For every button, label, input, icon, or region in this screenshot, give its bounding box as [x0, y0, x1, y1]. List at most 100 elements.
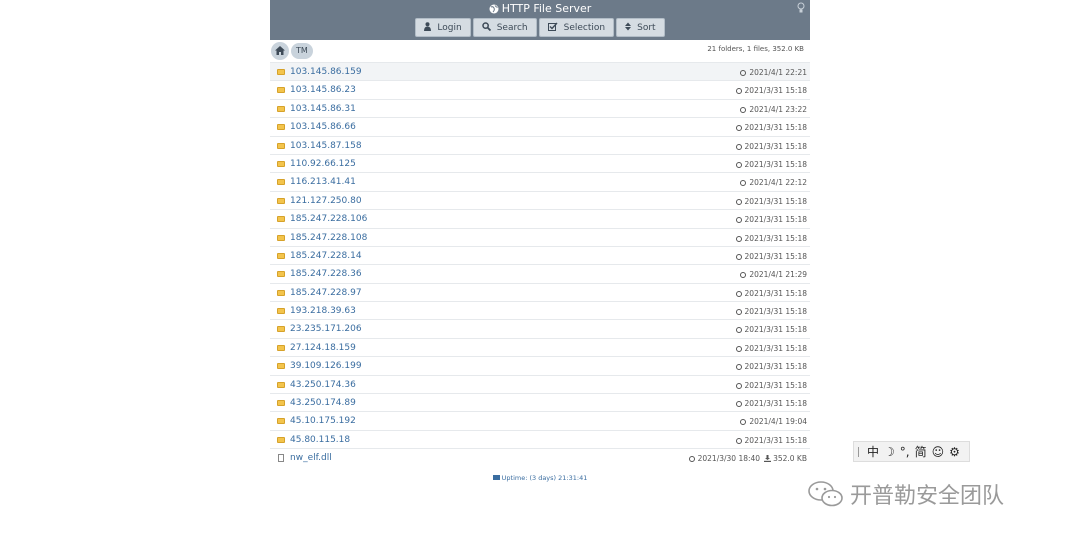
breadcrumb-current[interactable]: TM — [291, 43, 313, 59]
clock-icon — [740, 106, 747, 113]
folder-row[interactable]: 103.145.87.158 2021/3/31 15:18 — [270, 135, 810, 154]
folder-name-link[interactable]: 116.213.41.41 — [290, 177, 356, 187]
folder-icon — [277, 87, 285, 94]
modified-date: 2021/3/31 15:18 — [744, 343, 807, 353]
toolbar: Login Search Selection Sort — [270, 18, 810, 37]
folder-row[interactable]: 103.145.86.66 2021/3/31 15:18 — [270, 117, 810, 135]
folder-icon — [277, 197, 285, 204]
folder-row[interactable]: 185.247.228.108 2021/3/31 15:18 — [270, 227, 810, 246]
folder-row[interactable]: 27.124.18.159 2021/3/31 15:18 — [270, 337, 810, 356]
folder-row[interactable]: 43.250.174.89 2021/3/31 15:18 — [270, 393, 810, 411]
modified-date: 2021/4/1 19:04 — [749, 417, 807, 427]
folder-row[interactable]: 185.247.228.36 2021/4/1 21:29 — [270, 264, 810, 282]
folder-name-link[interactable]: 45.80.115.18 — [290, 435, 350, 445]
item-meta: 2021/3/31 15:18 — [735, 289, 807, 298]
ime-punctuation-toggle[interactable]: °, — [900, 445, 910, 459]
item-meta: 2021/4/1 21:29 — [740, 270, 807, 279]
folder-icon — [277, 400, 285, 407]
item-meta: 2021/3/31 15:18 — [735, 362, 807, 371]
watermark: 开普勒安全团队 — [806, 478, 1004, 510]
clock-icon — [688, 456, 695, 463]
folder-name-link[interactable]: 193.218.39.63 — [290, 306, 356, 316]
clock-icon — [735, 217, 742, 224]
folder-row[interactable]: 45.80.115.18 2021/3/31 15:18 — [270, 429, 810, 448]
item-meta: 2021/3/30 18:40 352.0 KB — [688, 454, 807, 464]
folder-name-link[interactable]: 121.127.250.80 — [290, 196, 362, 206]
folder-row[interactable]: 43.250.174.36 2021/3/31 15:18 — [270, 374, 810, 393]
item-meta: 2021/3/31 15:18 — [735, 86, 807, 95]
folder-icon — [277, 216, 285, 223]
modified-date: 2021/3/31 15:18 — [744, 380, 807, 390]
folder-icon — [277, 69, 285, 75]
modified-date: 2021/3/31 15:18 — [744, 196, 807, 206]
folder-icon — [277, 418, 285, 425]
folder-icon — [277, 234, 285, 241]
search-icon — [481, 22, 491, 31]
ime-grip-handle[interactable] — [858, 446, 861, 457]
checkbox-icon — [547, 22, 558, 31]
item-meta: 2021/3/31 15:18 — [735, 196, 807, 206]
home-button[interactable] — [271, 42, 289, 60]
folder-name-link[interactable]: 39.109.126.199 — [290, 361, 362, 371]
wechat-icon — [808, 481, 843, 507]
folder-name-link[interactable]: 185.247.228.106 — [290, 214, 367, 224]
folder-name-link[interactable]: 23.235.171.206 — [290, 324, 362, 334]
ime-emoji-icon[interactable]: ☺ — [932, 445, 945, 459]
ime-language-toggle[interactable]: 中 — [867, 443, 879, 460]
folder-name-link[interactable]: 103.145.86.66 — [290, 122, 356, 132]
folder-row[interactable]: 185.247.228.97 2021/3/31 15:18 — [270, 282, 810, 301]
folder-name-link[interactable]: 45.10.175.192 — [290, 416, 356, 426]
folder-name-link[interactable]: 103.145.86.31 — [290, 104, 356, 114]
folder-row[interactable]: 103.145.86.31 2021/4/1 23:22 — [270, 98, 810, 117]
sort-button[interactable]: Sort — [616, 18, 665, 37]
folder-name-link[interactable]: 27.124.18.159 — [290, 343, 356, 353]
folder-name-link[interactable]: 103.145.86.159 — [290, 67, 362, 77]
folder-row[interactable]: 103.145.86.159 2021/4/1 22:21 — [270, 62, 810, 81]
modified-date: 2021/3/30 18:40 — [697, 454, 761, 464]
folder-name-link[interactable]: 185.247.228.36 — [290, 269, 362, 279]
folder-name-link[interactable]: 185.247.228.97 — [290, 288, 362, 298]
folder-icon — [277, 381, 285, 388]
folder-row[interactable]: 121.127.250.80 2021/3/31 15:18 — [270, 190, 810, 209]
folder-icon — [277, 271, 285, 278]
ime-simplified-toggle[interactable]: 简 — [915, 443, 927, 460]
folder-name-link[interactable]: 103.145.86.23 — [290, 85, 356, 95]
folder-row[interactable]: 185.247.228.14 2021/3/31 15:18 — [270, 245, 810, 264]
folder-row[interactable]: 103.145.86.23 2021/3/31 15:18 — [270, 80, 810, 98]
folder-row[interactable]: 193.218.39.63 2021/3/31 15:18 — [270, 301, 810, 319]
ime-moon-icon[interactable]: ☽ — [884, 445, 895, 459]
modified-date: 2021/3/31 15:18 — [744, 307, 807, 317]
uptime-status: Uptime: (3 days) 21:31:41 — [270, 474, 810, 482]
lightbulb-icon[interactable] — [797, 2, 805, 14]
file-row[interactable]: nw_elf.dll 2021/3/30 18:40 352.0 KB — [270, 448, 810, 466]
clock-icon — [735, 345, 742, 352]
clock-icon — [735, 161, 742, 168]
uptime-text: Uptime: (3 days) 21:31:41 — [501, 473, 588, 482]
folder-name-link[interactable]: 43.250.174.89 — [290, 398, 356, 408]
modified-date: 2021/3/31 15:18 — [744, 251, 807, 261]
folder-name-link[interactable]: 110.92.66.125 — [290, 159, 356, 169]
folder-summary: 21 folders, 1 files, 352.0 KB — [707, 45, 804, 53]
folder-name-link[interactable]: 185.247.228.14 — [290, 251, 362, 261]
folder-row[interactable]: 185.247.228.106 2021/3/31 15:18 — [270, 209, 810, 227]
folder-row[interactable]: 23.235.171.206 2021/3/31 15:18 — [270, 319, 810, 337]
file-server-panel: HTTP File Server Login Search Selection … — [270, 0, 810, 482]
item-meta: 2021/3/31 15:18 — [735, 160, 807, 169]
folder-name-link[interactable]: 185.247.228.108 — [290, 233, 367, 243]
folder-row[interactable]: 39.109.126.199 2021/3/31 15:18 — [270, 356, 810, 374]
item-meta: 2021/3/31 15:18 — [735, 436, 807, 445]
item-meta: 2021/3/31 15:18 — [735, 123, 807, 132]
selection-button[interactable]: Selection — [538, 18, 615, 37]
folder-row[interactable]: 116.213.41.41 2021/4/1 22:12 — [270, 172, 810, 190]
login-button[interactable]: Login — [415, 18, 471, 37]
watermark-text: 开普勒安全团队 — [850, 484, 1005, 509]
folder-row[interactable]: 45.10.175.192 2021/4/1 19:04 — [270, 411, 810, 429]
item-meta: 2021/3/31 15:18 — [735, 325, 807, 334]
file-name-link[interactable]: nw_elf.dll — [290, 453, 332, 463]
folder-name-link[interactable]: 43.250.174.36 — [290, 380, 356, 390]
clock-icon — [735, 401, 742, 408]
search-button[interactable]: Search — [472, 18, 537, 37]
ime-settings-icon[interactable]: ⚙ — [949, 445, 960, 459]
folder-row[interactable]: 110.92.66.125 2021/3/31 15:18 — [270, 153, 810, 172]
folder-name-link[interactable]: 103.145.87.158 — [290, 141, 362, 151]
